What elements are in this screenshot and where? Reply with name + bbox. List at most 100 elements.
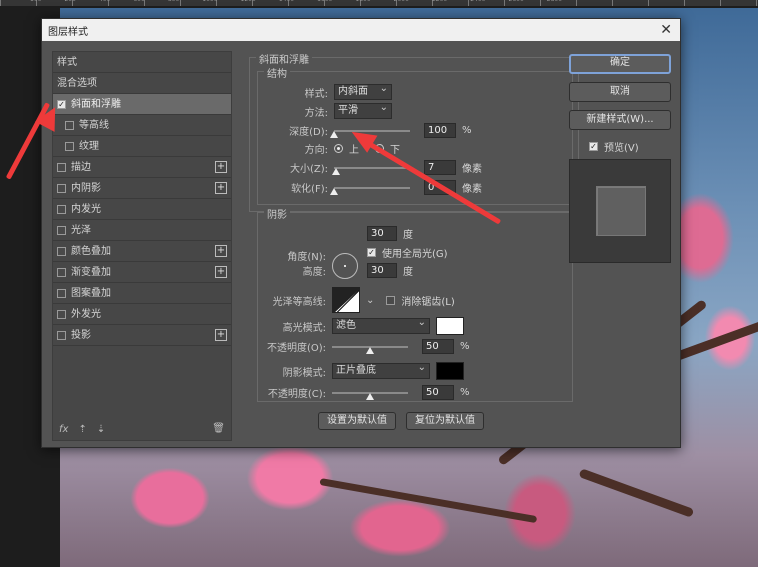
style-item-label: 外发光 [71,308,101,320]
ruler-number: 1200 [241,0,256,4]
hl-opacity-slider-knob[interactable] [366,346,374,354]
style-item[interactable]: 投影 + [53,325,231,346]
angle-dial[interactable] [332,253,358,279]
ok-button[interactable]: 确定 [569,54,671,74]
sh-opacity-slider[interactable] [332,391,408,400]
style-item-checkbox[interactable] [57,162,66,172]
highlight-mode-select[interactable]: 滤色 [332,316,430,334]
dialog-title: 图层样式 [48,26,88,38]
dialog-titlebar: 图层样式 ✕ [42,19,680,41]
size-input[interactable]: 7 [424,160,456,175]
branch [319,478,538,524]
style-item-checkbox[interactable] [57,330,66,340]
add-effect-icon[interactable]: + [215,266,227,278]
cancel-button[interactable]: 取消 [569,82,671,102]
close-icon[interactable]: ✕ [660,22,672,38]
ruler-number: 600 [133,0,144,4]
add-effect-icon[interactable]: + [215,182,227,194]
sh-opacity-row: 不透明度(C): 50 % [264,385,470,400]
chevron-down-icon[interactable]: ⌄ [366,295,374,306]
styles-list: 样式 混合选项 ✓ 斜面和浮雕 等高线 纹理 描边 + 内阴影 + 内发光 光泽 颜色叠加 + 渐变叠加… [52,51,232,441]
ruler-number: 2800 [547,0,562,4]
highlight-mode-label: 高光模式: [282,322,326,334]
style-item-label: 纹理 [79,140,99,152]
style-item-label: 内发光 [71,203,101,215]
style-item-checkbox[interactable] [65,120,74,130]
depth-input[interactable]: 100 [424,123,456,138]
size-slider[interactable] [332,166,410,175]
hl-opacity-input[interactable]: 50 [422,339,454,354]
style-item[interactable]: 外发光 [53,304,231,325]
shadow-mode-select[interactable]: 正片叠底 [332,361,430,379]
ruler-number: 2400 [470,0,485,4]
style-item-checkbox[interactable] [57,309,66,319]
technique-label: 方法: [304,107,328,119]
shading-title: 阴影 [264,206,290,221]
gloss-contour-thumbnail[interactable] [332,287,360,313]
soften-slider[interactable] [330,186,410,195]
style-select[interactable]: 内斜面 [334,82,392,100]
reset-default-button[interactable]: 复位为默认值 [406,412,484,430]
depth-slider[interactable] [330,129,410,138]
add-effect-icon[interactable]: + [215,329,227,341]
technique-select[interactable]: 平滑 [334,101,392,119]
make-default-button[interactable]: 设置为默认值 [318,412,396,430]
ruler-number: 1000 [202,0,217,4]
style-item-checkbox[interactable] [57,246,66,256]
sh-opacity-label: 不透明度(C): [267,389,326,400]
style-label: 样式: [304,88,328,100]
style-item[interactable]: 渐变叠加 + [53,262,231,283]
size-unit: 像素 [462,164,482,175]
move-up-icon[interactable]: ⇡ [78,424,86,435]
shadow-color-swatch[interactable] [436,362,464,380]
style-item[interactable]: 颜色叠加 + [53,241,231,262]
style-item-checkbox[interactable] [57,288,66,298]
new-style-button[interactable]: 新建样式(W)... [569,110,671,130]
global-light-checkbox[interactable]: ✓ [367,248,376,257]
bevel-title: 斜面和浮雕 [256,51,312,66]
size-slider-knob[interactable] [332,167,341,175]
sh-opacity-input[interactable]: 50 [422,385,454,400]
style-item[interactable]: 内发光 [53,199,231,220]
hl-opacity-row: 不透明度(O): 50 % [264,339,470,354]
style-item-checkbox[interactable] [57,183,66,193]
style-item-checkbox[interactable] [57,225,66,235]
style-item-label: 图案叠加 [71,287,111,299]
style-item-checkbox[interactable] [57,204,66,214]
style-item[interactable]: 描边 + [53,157,231,178]
style-item[interactable]: 内阴影 + [53,178,231,199]
gloss-row: 光泽等高线: ⌄ 消除锯齿(L) [264,287,455,313]
style-item[interactable]: 图案叠加 [53,283,231,304]
altitude-input[interactable]: 30 [367,263,397,278]
style-item[interactable]: 纹理 [53,136,231,157]
style-item[interactable]: 光泽 [53,220,231,241]
angle-label: 角度(N): [287,251,326,263]
fx-icon[interactable]: fx [59,424,68,435]
blend-options[interactable]: 混合选项 [53,73,231,94]
move-down-icon[interactable]: ⇣ [97,424,105,435]
sh-opacity-slider-knob[interactable] [366,392,374,400]
depth-slider-knob[interactable] [330,130,338,138]
angle-input-row: 30 度 [367,226,413,241]
highlight-color-swatch[interactable] [436,317,464,335]
highlight-row: 高光模式: 滤色 [264,316,464,335]
preview-checkbox[interactable]: ✓ [589,142,598,151]
soften-label: 软化(F): [291,184,328,195]
style-item-checkbox[interactable]: ✓ [57,99,66,109]
soften-slider-knob[interactable] [330,187,338,195]
direction-up-radio[interactable] [334,144,343,153]
style-item[interactable]: ✓ 斜面和浮雕 [53,94,231,115]
style-item-checkbox[interactable] [65,141,74,151]
preview-label: 预览(V) [604,143,639,154]
angle-input[interactable]: 30 [367,226,397,241]
ruler-number: 100 [30,0,41,4]
trash-icon[interactable]: 🗑 [212,423,225,434]
ruler-number: 200 [64,0,75,4]
global-light-label: 使用全局光(G) [382,249,448,260]
style-item-checkbox[interactable] [57,267,66,277]
anti-alias-checkbox[interactable] [386,295,396,305]
style-item[interactable]: 等高线 [53,115,231,136]
add-effect-icon[interactable]: + [215,161,227,173]
add-effect-icon[interactable]: + [215,245,227,257]
hl-opacity-slider[interactable] [332,345,408,354]
